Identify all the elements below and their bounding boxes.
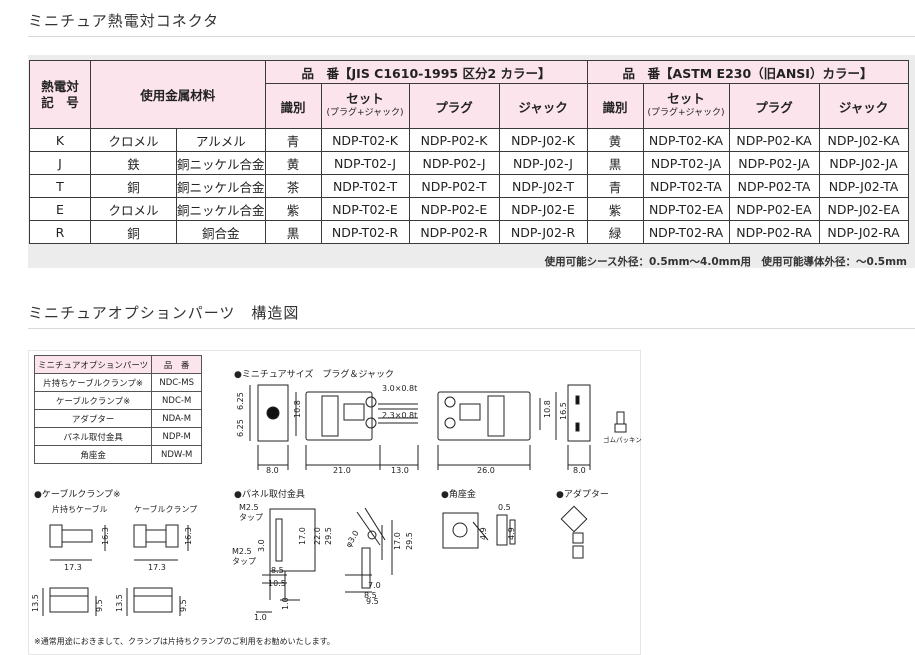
- dimension-label: 10.8: [543, 400, 552, 418]
- dimension-label: 9.5: [179, 599, 188, 612]
- dimension-label: 10.8: [293, 400, 302, 418]
- dimension-label: 8.0: [573, 466, 586, 475]
- dimension-label: 17.3: [148, 563, 166, 572]
- dimension-label: 4.9: [479, 527, 488, 540]
- dimension-label: 8.5: [271, 566, 284, 575]
- dimension-label: 17.0: [298, 527, 307, 545]
- dimension-label: 16.3: [184, 527, 193, 545]
- dimension-label: 13.0: [391, 466, 409, 475]
- dimension-label: 17.0: [393, 532, 402, 550]
- dimension-label: 16.3: [101, 527, 110, 545]
- dimension-label: 1.0: [254, 613, 267, 622]
- dimension-label: 22.0: [313, 527, 322, 545]
- technical-drawing-svg: 6.25 6.25 10.8 8.0 21.0 13.0 3.0×0.8t 2.3×0.8t 2…: [31, 384, 627, 622]
- dimension-label: 13.5: [115, 594, 124, 612]
- dimension-label: 29.5: [324, 527, 333, 545]
- dimension-label: 1.0: [281, 597, 290, 610]
- dimension-label: 29.5: [405, 532, 414, 550]
- dimension-label: 2.3×0.8t: [382, 411, 417, 420]
- dimension-label: 8.0: [266, 466, 279, 475]
- dimension-label: 3.0: [257, 539, 266, 552]
- dimension-label: φ3.0: [344, 529, 361, 549]
- dimension-label: 17.3: [64, 563, 82, 572]
- dimension-label: 21.0: [333, 466, 351, 475]
- dimension-label: 9.5: [95, 599, 104, 612]
- dimension-label: 0.5: [498, 503, 511, 512]
- dimension-label: 16.5: [559, 402, 568, 420]
- dimension-label: 9.5: [366, 597, 379, 606]
- dimension-label: 6.25: [236, 419, 245, 437]
- dimension-label: 26.0: [477, 466, 495, 475]
- dimension-label: 13.5: [31, 594, 40, 612]
- dimension-label: 4.9: [507, 527, 516, 540]
- dimension-label: 3.0×0.8t: [382, 384, 417, 393]
- dimension-label: 6.25: [236, 392, 245, 410]
- bottom-note: ※通常用途におきまして、クランプは片持ちクランプのご利用をお勧めいたします。: [34, 637, 335, 646]
- dimension-label: 10.5: [268, 579, 286, 588]
- dimension-label: 7.0: [368, 581, 381, 590]
